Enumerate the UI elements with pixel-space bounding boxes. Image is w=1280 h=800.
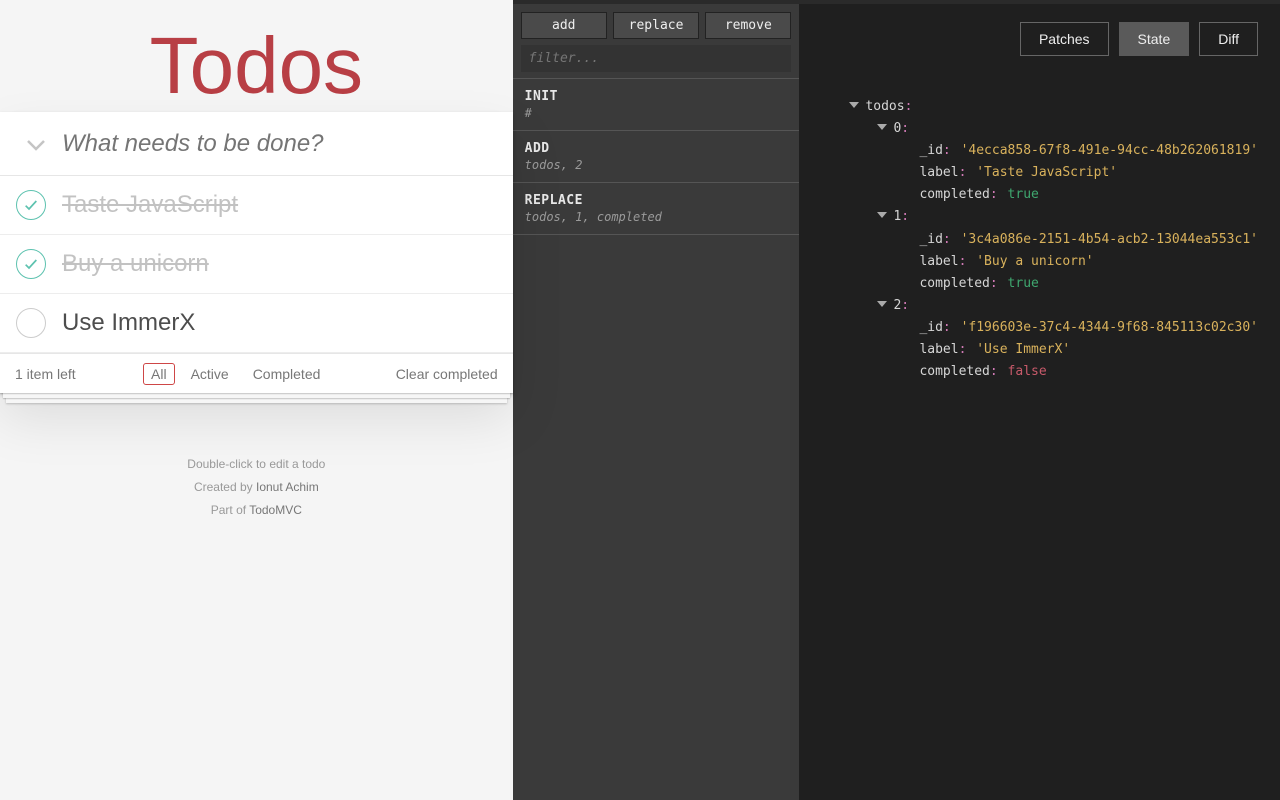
toggle-checkbox[interactable] [16, 249, 46, 279]
todo-label[interactable]: Taste JavaScript [62, 191, 238, 219]
todo-list: Taste JavaScript Buy a unicorn Use ImmerX [0, 176, 513, 353]
tree-row[interactable]: 2: [821, 295, 1258, 317]
tree-row[interactable]: label: 'Buy a unicorn' [821, 251, 1258, 273]
log-op: INIT [525, 89, 788, 104]
filter-completed[interactable]: Completed [245, 363, 329, 385]
remove-button[interactable]: remove [705, 12, 791, 39]
tree-row[interactable]: label: 'Use ImmerX' [821, 339, 1258, 361]
caret-icon [877, 212, 887, 218]
info-line1: Double-click to edit a todo [187, 453, 325, 476]
add-button[interactable]: add [521, 12, 607, 39]
tree-row[interactable]: 1: [821, 206, 1258, 228]
state-panel: Patches State Diff todos:0:_id: '4ecca85… [799, 0, 1280, 800]
page-title: Todos [0, 20, 513, 112]
toggle-checkbox[interactable] [16, 190, 46, 220]
log-item[interactable]: INIT # [513, 78, 800, 130]
toggle-checkbox[interactable] [16, 308, 46, 338]
replace-button[interactable]: replace [613, 12, 699, 39]
log-path: # [525, 106, 788, 120]
tree-row[interactable]: completed: false [821, 361, 1258, 383]
author-link[interactable]: Ionut Achim [256, 480, 319, 494]
tree-row[interactable]: todos: [821, 96, 1258, 118]
tree-row[interactable]: _id: '4ecca858-67f8-491e-94cc-48b2620618… [821, 140, 1258, 162]
log-op: REPLACE [525, 193, 788, 208]
log-item[interactable]: REPLACE todos, 1, completed [513, 182, 800, 235]
tab-patches[interactable]: Patches [1020, 22, 1109, 56]
tree-row[interactable]: label: 'Taste JavaScript' [821, 162, 1258, 184]
tree-row[interactable]: _id: '3c4a086e-2151-4b54-acb2-13044ea553… [821, 229, 1258, 251]
caret-icon [877, 301, 887, 307]
action-log: INIT # ADD todos, 2 REPLACE todos, 1, complet… [513, 78, 800, 235]
new-todo-row [0, 112, 513, 176]
todo-app: Taste JavaScriptBuy a unicornUse ImmerX … [0, 112, 513, 393]
filter-active[interactable]: Active [183, 363, 237, 385]
todo-label[interactable]: Use ImmerX [62, 309, 195, 337]
todomvc-link[interactable]: TodoMVC [249, 503, 302, 517]
todo-count: 1 item left [15, 366, 76, 382]
tab-state[interactable]: State [1119, 22, 1190, 56]
inspector-tabs: Patches State Diff [821, 22, 1258, 56]
state-tree: todos:0:_id: '4ecca858-67f8-491e-94cc-48… [821, 96, 1258, 383]
info-line2: Created by Ionut Achim [187, 476, 325, 499]
log-path: todos, 1, completed [525, 210, 788, 224]
actions-panel: add replace remove INIT # ADD todos, 2 REPLA… [513, 0, 800, 800]
todo-footer: 1 item left All Active Completed Clear c… [0, 353, 513, 393]
tree-row[interactable]: _id: 'f196603e-37c4-4344-9f68-845113c02c… [821, 317, 1258, 339]
caret-icon [877, 124, 887, 130]
todo-item: Taste JavaScript [0, 176, 513, 235]
info-line3: Part of TodoMVC [187, 499, 325, 522]
chevron-down-icon[interactable] [16, 131, 56, 157]
action-buttons: add replace remove [513, 4, 800, 45]
log-item[interactable]: ADD todos, 2 [513, 130, 800, 182]
tab-diff[interactable]: Diff [1199, 22, 1258, 56]
new-todo-input[interactable] [56, 130, 497, 158]
todo-panel: Todos Taste JavaScript Buy a unicorn Use I… [0, 0, 513, 800]
todo-label[interactable]: Buy a unicorn [62, 250, 209, 278]
tree-row[interactable]: completed: true [821, 273, 1258, 295]
todo-item: Use ImmerX [0, 294, 513, 353]
todo-item: Buy a unicorn [0, 235, 513, 294]
filter-all[interactable]: All [143, 363, 175, 385]
caret-icon [849, 102, 859, 108]
tree-row[interactable]: completed: true [821, 184, 1258, 206]
clear-completed-button[interactable]: Clear completed [396, 366, 498, 382]
log-op: ADD [525, 141, 788, 156]
tree-row[interactable]: 0: [821, 118, 1258, 140]
filter-list: All Active Completed [143, 363, 328, 385]
info-block: Double-click to edit a todo Created by I… [187, 453, 325, 521]
log-path: todos, 2 [525, 158, 788, 172]
filter-input[interactable] [521, 45, 792, 72]
